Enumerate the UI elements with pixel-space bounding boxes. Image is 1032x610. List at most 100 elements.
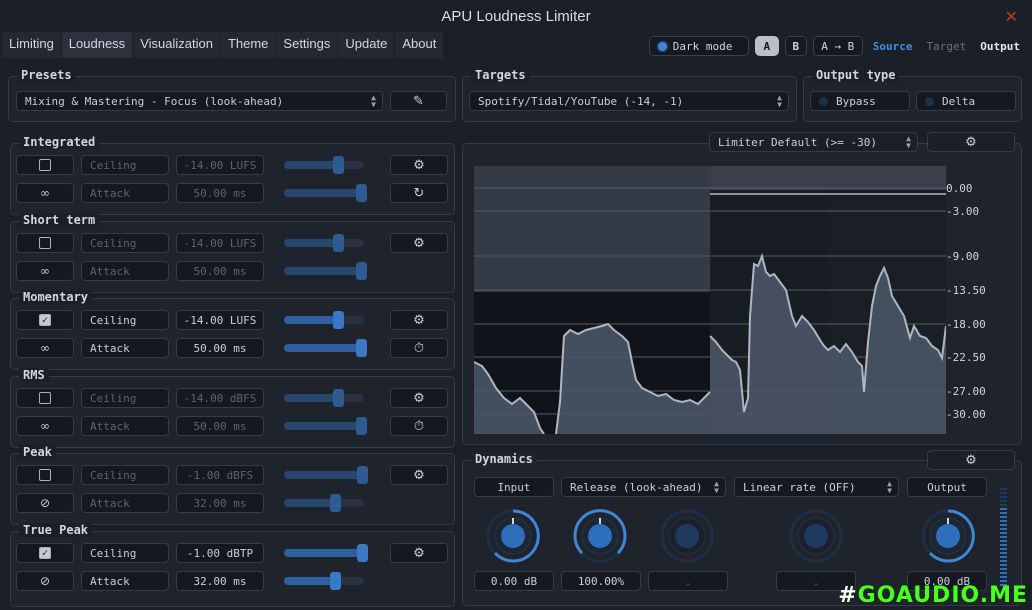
target-tab[interactable]: Target <box>923 40 971 53</box>
output-tab[interactable]: Output <box>976 40 1024 53</box>
link-button[interactable]: ∞ <box>16 338 74 358</box>
dark-mode-toggle[interactable]: Dark mode <box>648 36 749 56</box>
a-to-b-button[interactable]: A → B <box>812 36 863 56</box>
menu-about[interactable]: About <box>395 32 444 58</box>
attack-slider[interactable] <box>284 183 367 203</box>
attack-value[interactable]: 50.00 ms <box>176 261 264 281</box>
section-settings-button[interactable]: ⚙ <box>390 155 448 175</box>
graph-settings-button[interactable]: ⚙ <box>927 132 1015 152</box>
attack-slider[interactable] <box>284 261 367 281</box>
dynamics-settings-button[interactable]: ⚙ <box>927 450 1015 470</box>
ceiling-value[interactable]: -14.00 LUFS <box>176 155 264 175</box>
knob-graphic <box>573 509 627 563</box>
attack-slider[interactable] <box>284 338 367 358</box>
ceiling-value[interactable]: -14.00 dBFS <box>176 388 264 408</box>
section-enable-checkbox[interactable] <box>16 388 74 408</box>
toggle-on-icon <box>657 41 667 51</box>
select-arrows-icon: ▲ ▼ <box>371 93 376 109</box>
ceiling-label: Ceiling <box>81 543 169 563</box>
a-button[interactable]: A <box>754 36 779 56</box>
ceiling-value[interactable]: -1.00 dBTP <box>176 543 264 563</box>
menu-settings[interactable]: Settings <box>276 32 338 58</box>
menu-update[interactable]: Update <box>338 32 395 58</box>
ceiling-slider[interactable] <box>284 155 364 175</box>
ceiling-slider[interactable] <box>284 233 364 253</box>
gear-icon: ⚙ <box>965 134 977 150</box>
graph-mode-select[interactable]: Limiter Default (>= -30) ▲ ▼ <box>709 132 918 152</box>
attack-slider[interactable] <box>284 416 367 436</box>
ceiling-slider[interactable] <box>284 465 368 485</box>
link-button[interactable]: ∞ <box>16 261 74 281</box>
checkbox-icon: ✓ <box>39 314 51 326</box>
input-gain-knob[interactable] <box>485 508 541 564</box>
link-button[interactable]: ∞ <box>16 416 74 436</box>
section-enable-checkbox[interactable]: ✓ <box>16 543 74 563</box>
release-value[interactable]: 100.00% <box>561 571 641 591</box>
meter-segment <box>1000 580 1007 582</box>
ceiling-slider[interactable] <box>284 543 368 563</box>
ceiling-value[interactable]: -1.00 dBFS <box>176 465 264 485</box>
linear-rate-select[interactable]: Linear rate (OFF) ▲ ▼ <box>734 477 899 497</box>
select-arrows-icon: ▲ ▼ <box>887 479 892 495</box>
output-gain-knob[interactable] <box>920 508 976 564</box>
ceiling-value[interactable]: -14.00 LUFS <box>176 233 264 253</box>
knob-graphic <box>921 509 975 563</box>
meter-segment <box>1000 548 1007 550</box>
delta-toggle[interactable]: Delta <box>916 91 1016 111</box>
select-arrows-icon: ▲ ▼ <box>906 134 911 150</box>
section-enable-checkbox[interactable] <box>16 155 74 175</box>
attack-value[interactable]: 50.00 ms <box>176 338 264 358</box>
scale-tick: -9.00 <box>946 250 980 263</box>
section-title: RMS <box>19 368 49 382</box>
unlink-icon-button[interactable]: ⊘ <box>16 571 74 591</box>
section-enable-checkbox[interactable] <box>16 465 74 485</box>
section-settings-button[interactable]: ⚙ <box>390 233 448 253</box>
meter-segment <box>1000 572 1007 574</box>
timer-button[interactable]: ⏱ <box>390 416 448 436</box>
attack-value[interactable]: 50.00 ms <box>176 183 264 203</box>
attack-value[interactable]: 50.00 ms <box>176 416 264 436</box>
section-enable-checkbox[interactable] <box>16 233 74 253</box>
menu-theme[interactable]: Theme <box>220 32 276 58</box>
menu-visualization[interactable]: Visualization <box>133 32 220 58</box>
attack-value[interactable]: 32.00 ms <box>176 493 264 513</box>
meter-segment <box>1000 500 1007 502</box>
close-icon[interactable]: ✕ <box>1005 0 1018 34</box>
release-mode-select[interactable]: Release (look-ahead) ▲ ▼ <box>561 477 726 497</box>
attack-value[interactable]: 32.00 ms <box>176 571 264 591</box>
ceiling-slider[interactable] <box>284 388 364 408</box>
source-tab[interactable]: Source <box>869 40 917 53</box>
bypass-toggle[interactable]: Bypass <box>810 91 910 111</box>
release-knob[interactable] <box>572 508 628 564</box>
section-settings-button[interactable]: ⚙ <box>390 465 448 485</box>
menu-loudness[interactable]: Loudness <box>61 32 133 58</box>
input-gain-value[interactable]: 0.00 dB <box>474 571 554 591</box>
unlink-icon-button[interactable]: ⊘ <box>16 493 74 513</box>
reset-button[interactable]: ↻ <box>390 183 448 203</box>
meter-segment <box>1000 532 1007 534</box>
targets-select[interactable]: Spotify/Tidal/YouTube (-14, -1) ▲ ▼ <box>469 91 789 111</box>
ceiling-slider[interactable] <box>284 310 364 330</box>
timer-button[interactable]: ⏱ <box>390 338 448 358</box>
link-button[interactable]: ∞ <box>16 183 74 203</box>
section-settings-button[interactable]: ⚙ <box>390 310 448 330</box>
edit-preset-button[interactable]: ✎ <box>390 91 447 111</box>
waveform <box>474 166 946 434</box>
checkbox-icon <box>39 392 51 404</box>
stopwatch-icon: ⏱ <box>413 418 425 434</box>
section-enable-checkbox[interactable]: ✓ <box>16 310 74 330</box>
menu-limiting[interactable]: Limiting <box>2 32 61 58</box>
attack-label: Attack <box>81 571 169 591</box>
attack-slider[interactable] <box>284 493 364 513</box>
attack-slider[interactable] <box>284 571 364 591</box>
presets-select[interactable]: Mixing & Mastering - Focus (look-ahead) … <box>16 91 383 111</box>
ceiling-value[interactable]: -14.00 LUFS <box>176 310 264 330</box>
section-panel: RMS <box>10 368 455 448</box>
attack-label: Attack <box>81 261 169 281</box>
section-settings-button[interactable]: ⚙ <box>390 388 448 408</box>
bypass-label: Bypass <box>836 94 876 108</box>
input-label-box: Input <box>474 477 554 497</box>
b-button[interactable]: B <box>784 36 807 56</box>
section-settings-button[interactable]: ⚙ <box>390 543 448 563</box>
toggle-off-icon <box>819 96 828 106</box>
